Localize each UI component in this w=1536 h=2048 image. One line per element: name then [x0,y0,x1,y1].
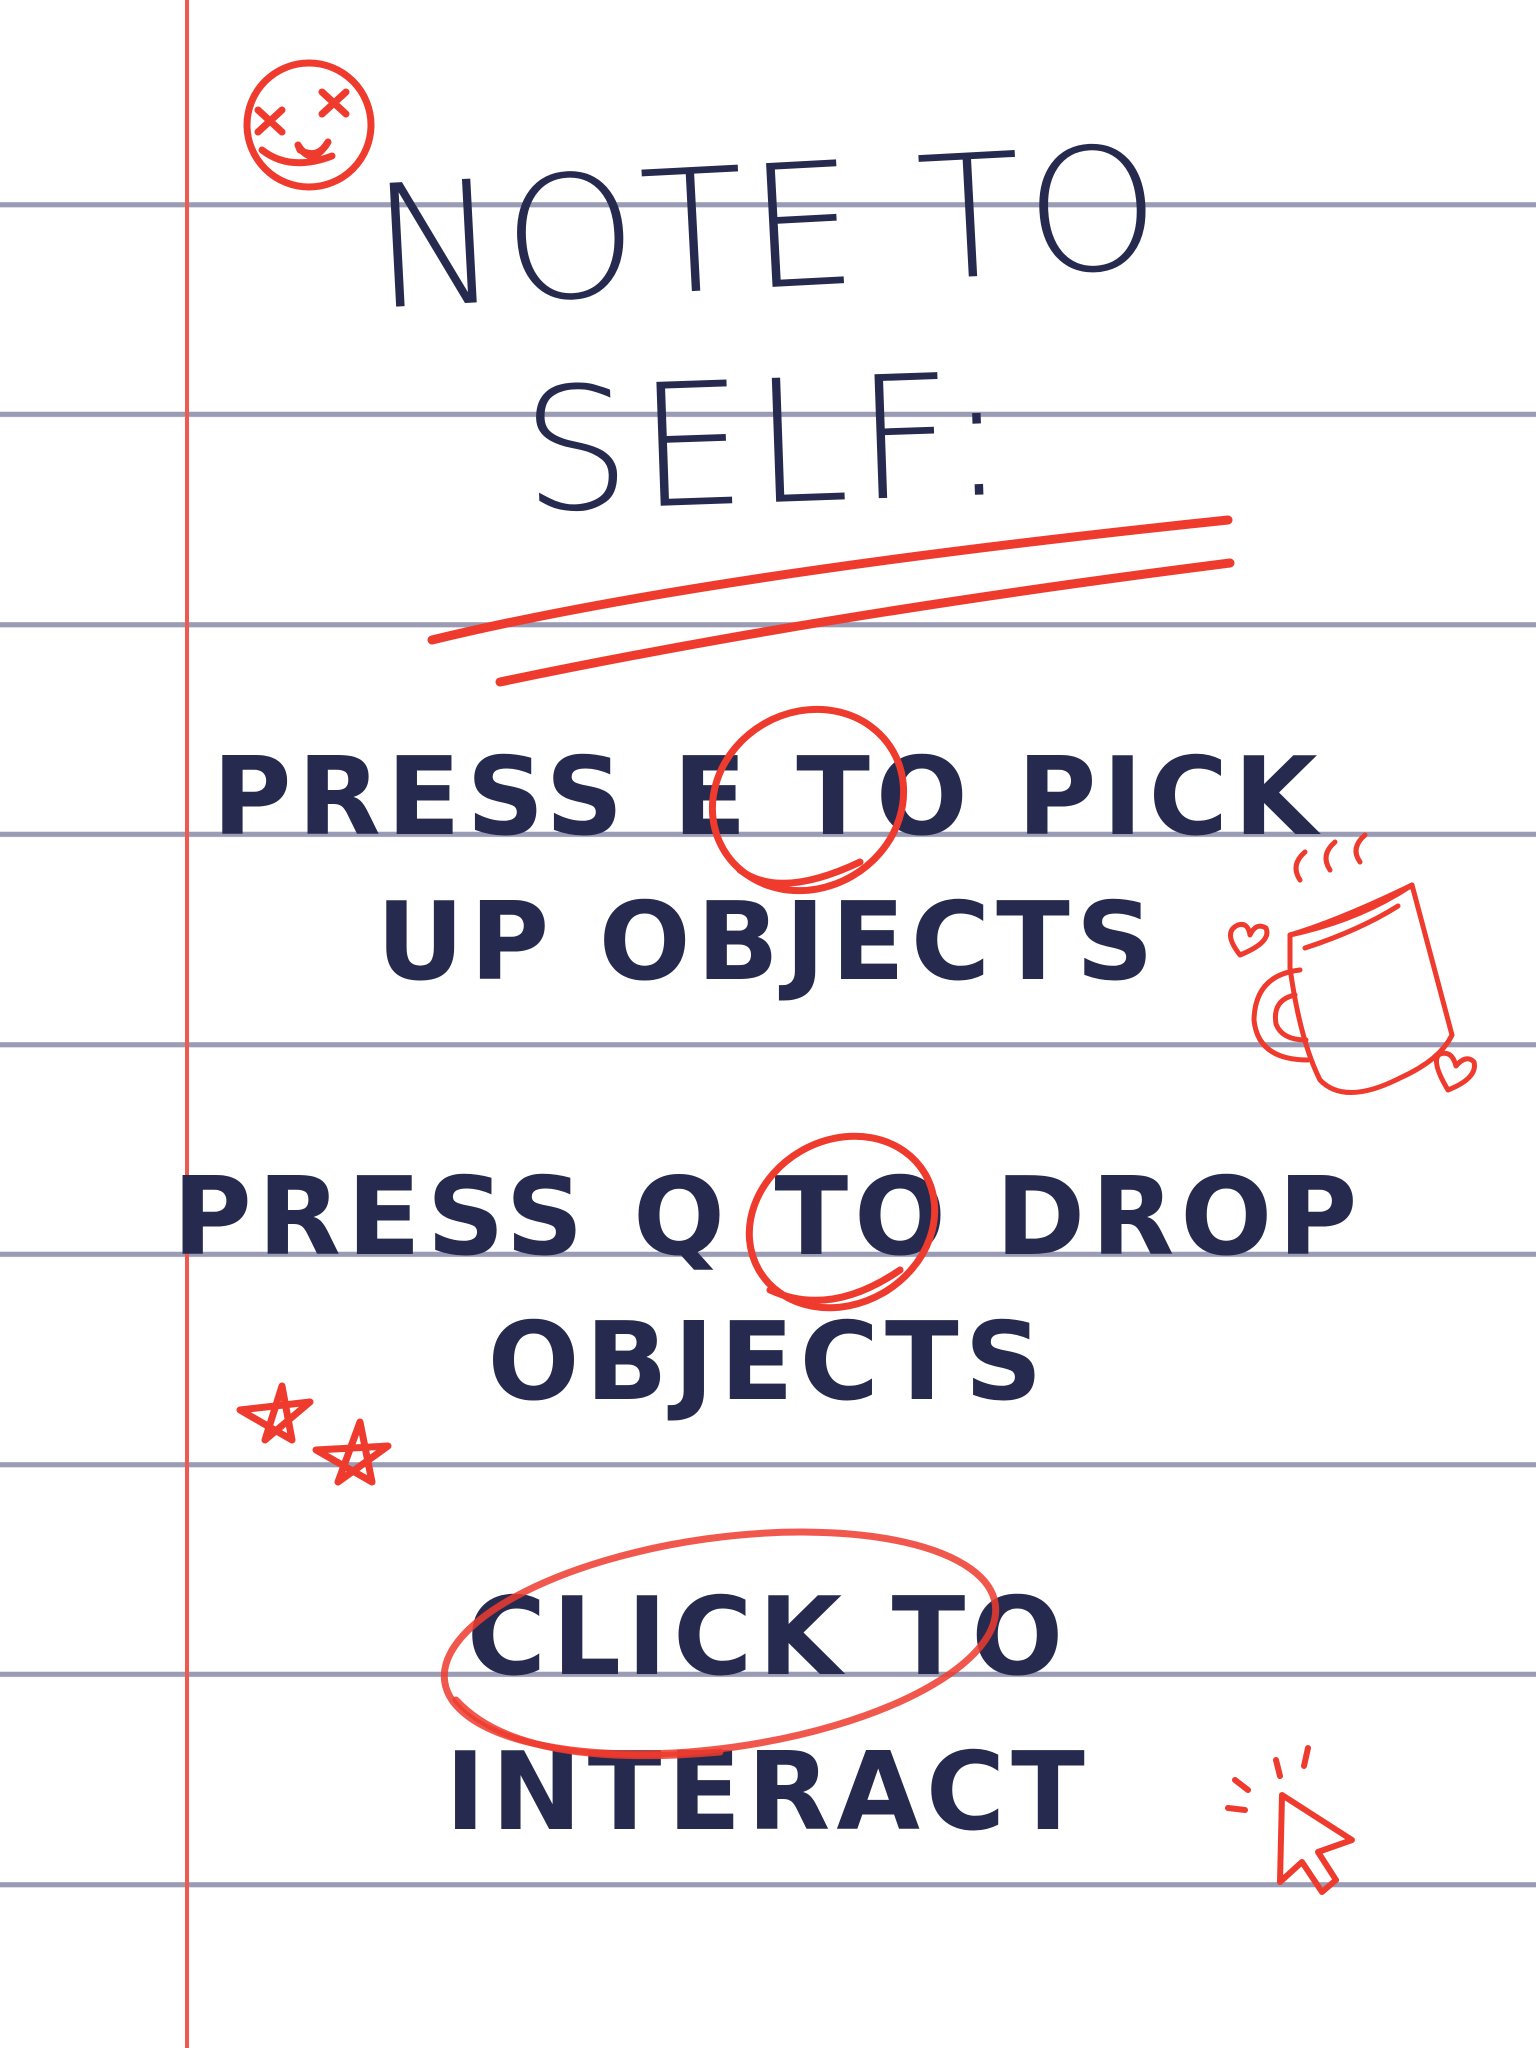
pickup-instruction-line-2: UP OBJECTS [376,880,1160,1005]
pickup-instruction-line-1: PRESS E TO PICK [212,735,1324,860]
drop-instruction-line-1: PRESS Q TO DROP [172,1155,1364,1280]
title-underline-2 [495,558,1235,687]
notebook-paper: NOTE TO SELF: PRESS E TO PICK UP OBJECTS… [0,0,1536,2048]
interact-instruction-line-1: CLICK TO [466,1575,1070,1700]
star-icon [312,1418,392,1486]
drop-instruction-line-2: OBJECTS [487,1300,1049,1425]
interact-instruction-line-2: INTERACT [445,1730,1091,1855]
heart-icon [1433,1050,1477,1093]
